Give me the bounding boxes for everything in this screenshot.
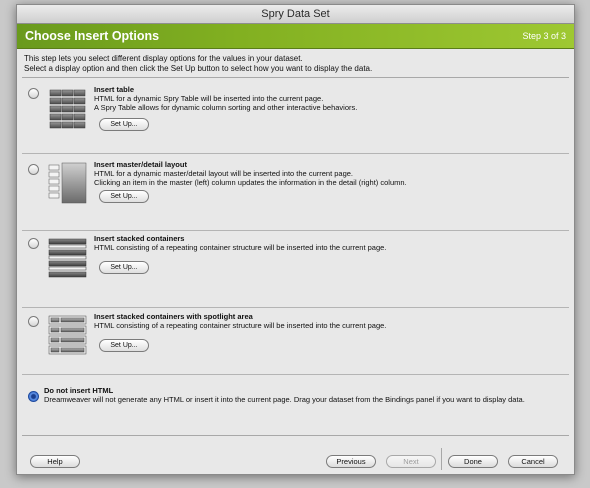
setup-button-spotlight-containers[interactable]: Set Up... (99, 339, 149, 352)
help-button[interactable]: Help (30, 455, 80, 468)
page-title: Choose Insert Options (25, 29, 160, 43)
window-title: Spry Data Set (17, 5, 574, 24)
setup-button-master-detail[interactable]: Set Up... (99, 190, 149, 203)
master-detail-layout-icon (48, 162, 87, 204)
setup-button-table[interactable]: Set Up... (99, 118, 149, 131)
wizard-header: Choose Insert Options Step 3 of 3 (17, 24, 574, 49)
setup-button-stacked-containers[interactable]: Set Up... (99, 261, 149, 274)
table-layout-icon (49, 89, 86, 129)
instructions: This step lets you select different disp… (17, 49, 574, 77)
radio-spotlight-containers[interactable] (28, 316, 39, 327)
dialog-footer: Help Previous Next Done Cancel (17, 446, 574, 474)
radio-master-detail[interactable] (28, 164, 39, 175)
option-line: HTML for a dynamic Spry Table will be in… (94, 94, 324, 103)
step-indicator: Step 3 of 3 (522, 31, 566, 41)
option-line: Dreamweaver will not generate any HTML o… (44, 395, 525, 404)
option-line: HTML for a dynamic master/detail layout … (94, 169, 354, 178)
previous-button[interactable]: Previous (326, 455, 376, 468)
option-do-not-insert[interactable]: Do not insert HTML Dreamweaver will not … (22, 375, 569, 435)
option-title: Do not insert HTML (44, 386, 114, 395)
spry-data-set-dialog: Spry Data Set Choose Insert Options Step… (16, 4, 575, 475)
done-button[interactable]: Done (448, 455, 498, 468)
footer-separator (441, 448, 442, 470)
option-line: HTML consisting of a repeating container… (94, 321, 387, 330)
option-description: Insert master/detail layout HTML for a d… (94, 160, 563, 187)
option-description: Insert stacked containers with spotlight… (94, 312, 563, 330)
option-stacked-containers[interactable]: Insert stacked containers HTML consistin… (22, 231, 569, 308)
option-master-detail[interactable]: Insert master/detail layout HTML for a d… (22, 154, 569, 231)
instruction-line: This step lets you select different disp… (24, 54, 303, 63)
option-line: Clicking an item in the master (left) co… (94, 178, 407, 187)
radio-insert-table[interactable] (28, 88, 39, 99)
instruction-line: Select a display option and then click t… (24, 63, 373, 73)
option-title: Insert stacked containers with spotlight… (94, 312, 253, 321)
radio-do-not-insert[interactable] (28, 391, 39, 402)
cancel-button[interactable]: Cancel (508, 455, 558, 468)
option-title: Insert master/detail layout (94, 160, 187, 169)
option-insert-table[interactable]: Insert table HTML for a dynamic Spry Tab… (22, 78, 569, 154)
option-title: Insert table (94, 85, 135, 94)
stacked-containers-icon (48, 238, 87, 278)
insert-options-list: Insert table HTML for a dynamic Spry Tab… (22, 77, 569, 436)
option-description: Insert table HTML for a dynamic Spry Tab… (94, 85, 563, 112)
option-line: A Spry Table allows for dynamic column s… (94, 103, 358, 112)
option-spotlight-containers[interactable]: Insert stacked containers with spotlight… (22, 308, 569, 375)
next-button[interactable]: Next (386, 455, 436, 468)
option-title: Insert stacked containers (94, 234, 185, 243)
spotlight-containers-icon (48, 315, 87, 355)
radio-stacked-containers[interactable] (28, 238, 39, 249)
option-line: HTML consisting of a repeating container… (94, 243, 387, 252)
option-description: Do not insert HTML Dreamweaver will not … (44, 386, 563, 404)
option-description: Insert stacked containers HTML consistin… (94, 234, 563, 252)
